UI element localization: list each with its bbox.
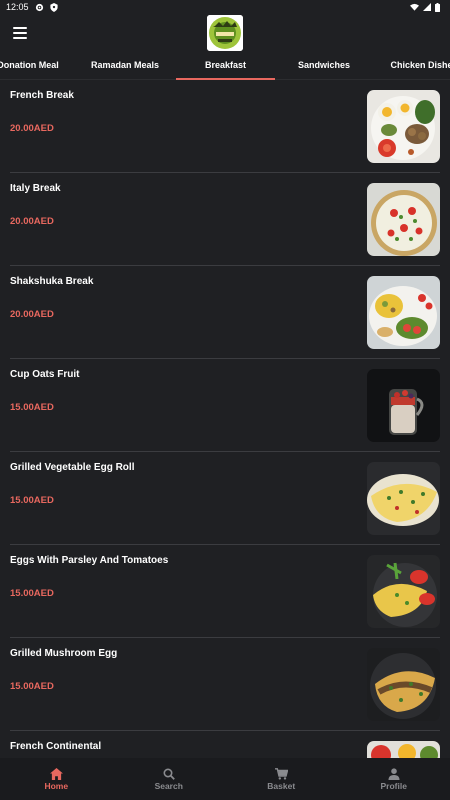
item-name: Grilled Mushroom Egg xyxy=(10,648,118,659)
category-tabs: Donation Meal Ramadan Meals Breakfast Sa… xyxy=(0,54,450,80)
item-image xyxy=(367,648,440,721)
nav-label: Search xyxy=(154,780,183,791)
nav-basket[interactable]: Basket xyxy=(225,758,338,800)
nav-label: Home xyxy=(44,780,69,791)
menu-item[interactable]: French Continental xyxy=(0,731,450,758)
wifi-icon xyxy=(410,3,419,11)
item-name: French Continental xyxy=(10,741,102,752)
shield-icon xyxy=(49,2,58,12)
item-image xyxy=(367,90,440,163)
menu-item[interactable]: Eggs With Parsley And Tomatoes 15.00AED xyxy=(0,545,450,638)
menu-item[interactable]: Shakshuka Break 20.00AED xyxy=(0,266,450,359)
item-name: Cup Oats Fruit xyxy=(10,369,80,380)
signal-icon xyxy=(423,3,431,11)
search-icon xyxy=(163,767,175,780)
settings-icon xyxy=(35,3,43,11)
item-image xyxy=(367,183,440,256)
item-price: 20.00AED xyxy=(10,309,54,320)
bottom-nav: Home Search Basket Profile xyxy=(0,758,450,800)
item-image xyxy=(367,462,440,535)
nav-label: Profile xyxy=(380,780,407,791)
item-name: Italy Break xyxy=(10,183,61,194)
item-price: 15.00AED xyxy=(10,495,54,506)
menu-item[interactable]: Italy Break 20.00AED xyxy=(0,173,450,266)
tab-chicken-dishes[interactable]: Chicken Dishes xyxy=(384,54,450,80)
nav-profile[interactable]: Profile xyxy=(338,758,450,800)
status-time: 12:05 xyxy=(6,2,29,12)
profile-icon xyxy=(388,767,400,780)
menu-item[interactable]: Cup Oats Fruit 15.00AED xyxy=(0,359,450,452)
menu-item[interactable]: Grilled Mushroom Egg 15.00AED xyxy=(0,638,450,731)
tab-ramadan-meals[interactable]: Ramadan Meals xyxy=(76,54,174,80)
tab-breakfast[interactable]: Breakfast xyxy=(176,54,275,80)
tab-donation-meal[interactable]: Donation Meal xyxy=(0,54,64,80)
item-price: 20.00AED xyxy=(10,123,54,134)
item-image xyxy=(367,555,440,628)
menu-item[interactable]: French Break 20.00AED xyxy=(0,80,450,173)
item-name: Eggs With Parsley And Tomatoes xyxy=(10,555,169,566)
nav-search[interactable]: Search xyxy=(113,758,226,800)
battery-icon xyxy=(435,2,440,12)
status-bar: 12:05 xyxy=(0,0,450,14)
restaurant-logo xyxy=(207,15,243,51)
item-price: 15.00AED xyxy=(10,588,54,599)
menu-icon[interactable] xyxy=(13,27,27,39)
item-name: French Break xyxy=(10,90,74,101)
item-price: 15.00AED xyxy=(10,402,54,413)
nav-label: Basket xyxy=(267,780,296,791)
item-price: 20.00AED xyxy=(10,216,54,227)
nav-home[interactable]: Home xyxy=(0,758,113,800)
item-name: Shakshuka Break xyxy=(10,276,94,287)
tab-sandwiches[interactable]: Sandwiches xyxy=(275,54,373,80)
app-header xyxy=(0,14,450,54)
item-price: 15.00AED xyxy=(10,681,54,692)
home-icon xyxy=(49,767,63,780)
item-image xyxy=(367,369,440,442)
item-name: Grilled Vegetable Egg Roll xyxy=(10,462,135,473)
item-image xyxy=(367,276,440,349)
menu-list: French Break 20.00AED Italy Break 20.00A… xyxy=(0,80,450,758)
cart-icon xyxy=(274,767,288,780)
menu-item[interactable]: Grilled Vegetable Egg Roll 15.00AED xyxy=(0,452,450,545)
item-image xyxy=(367,741,440,758)
